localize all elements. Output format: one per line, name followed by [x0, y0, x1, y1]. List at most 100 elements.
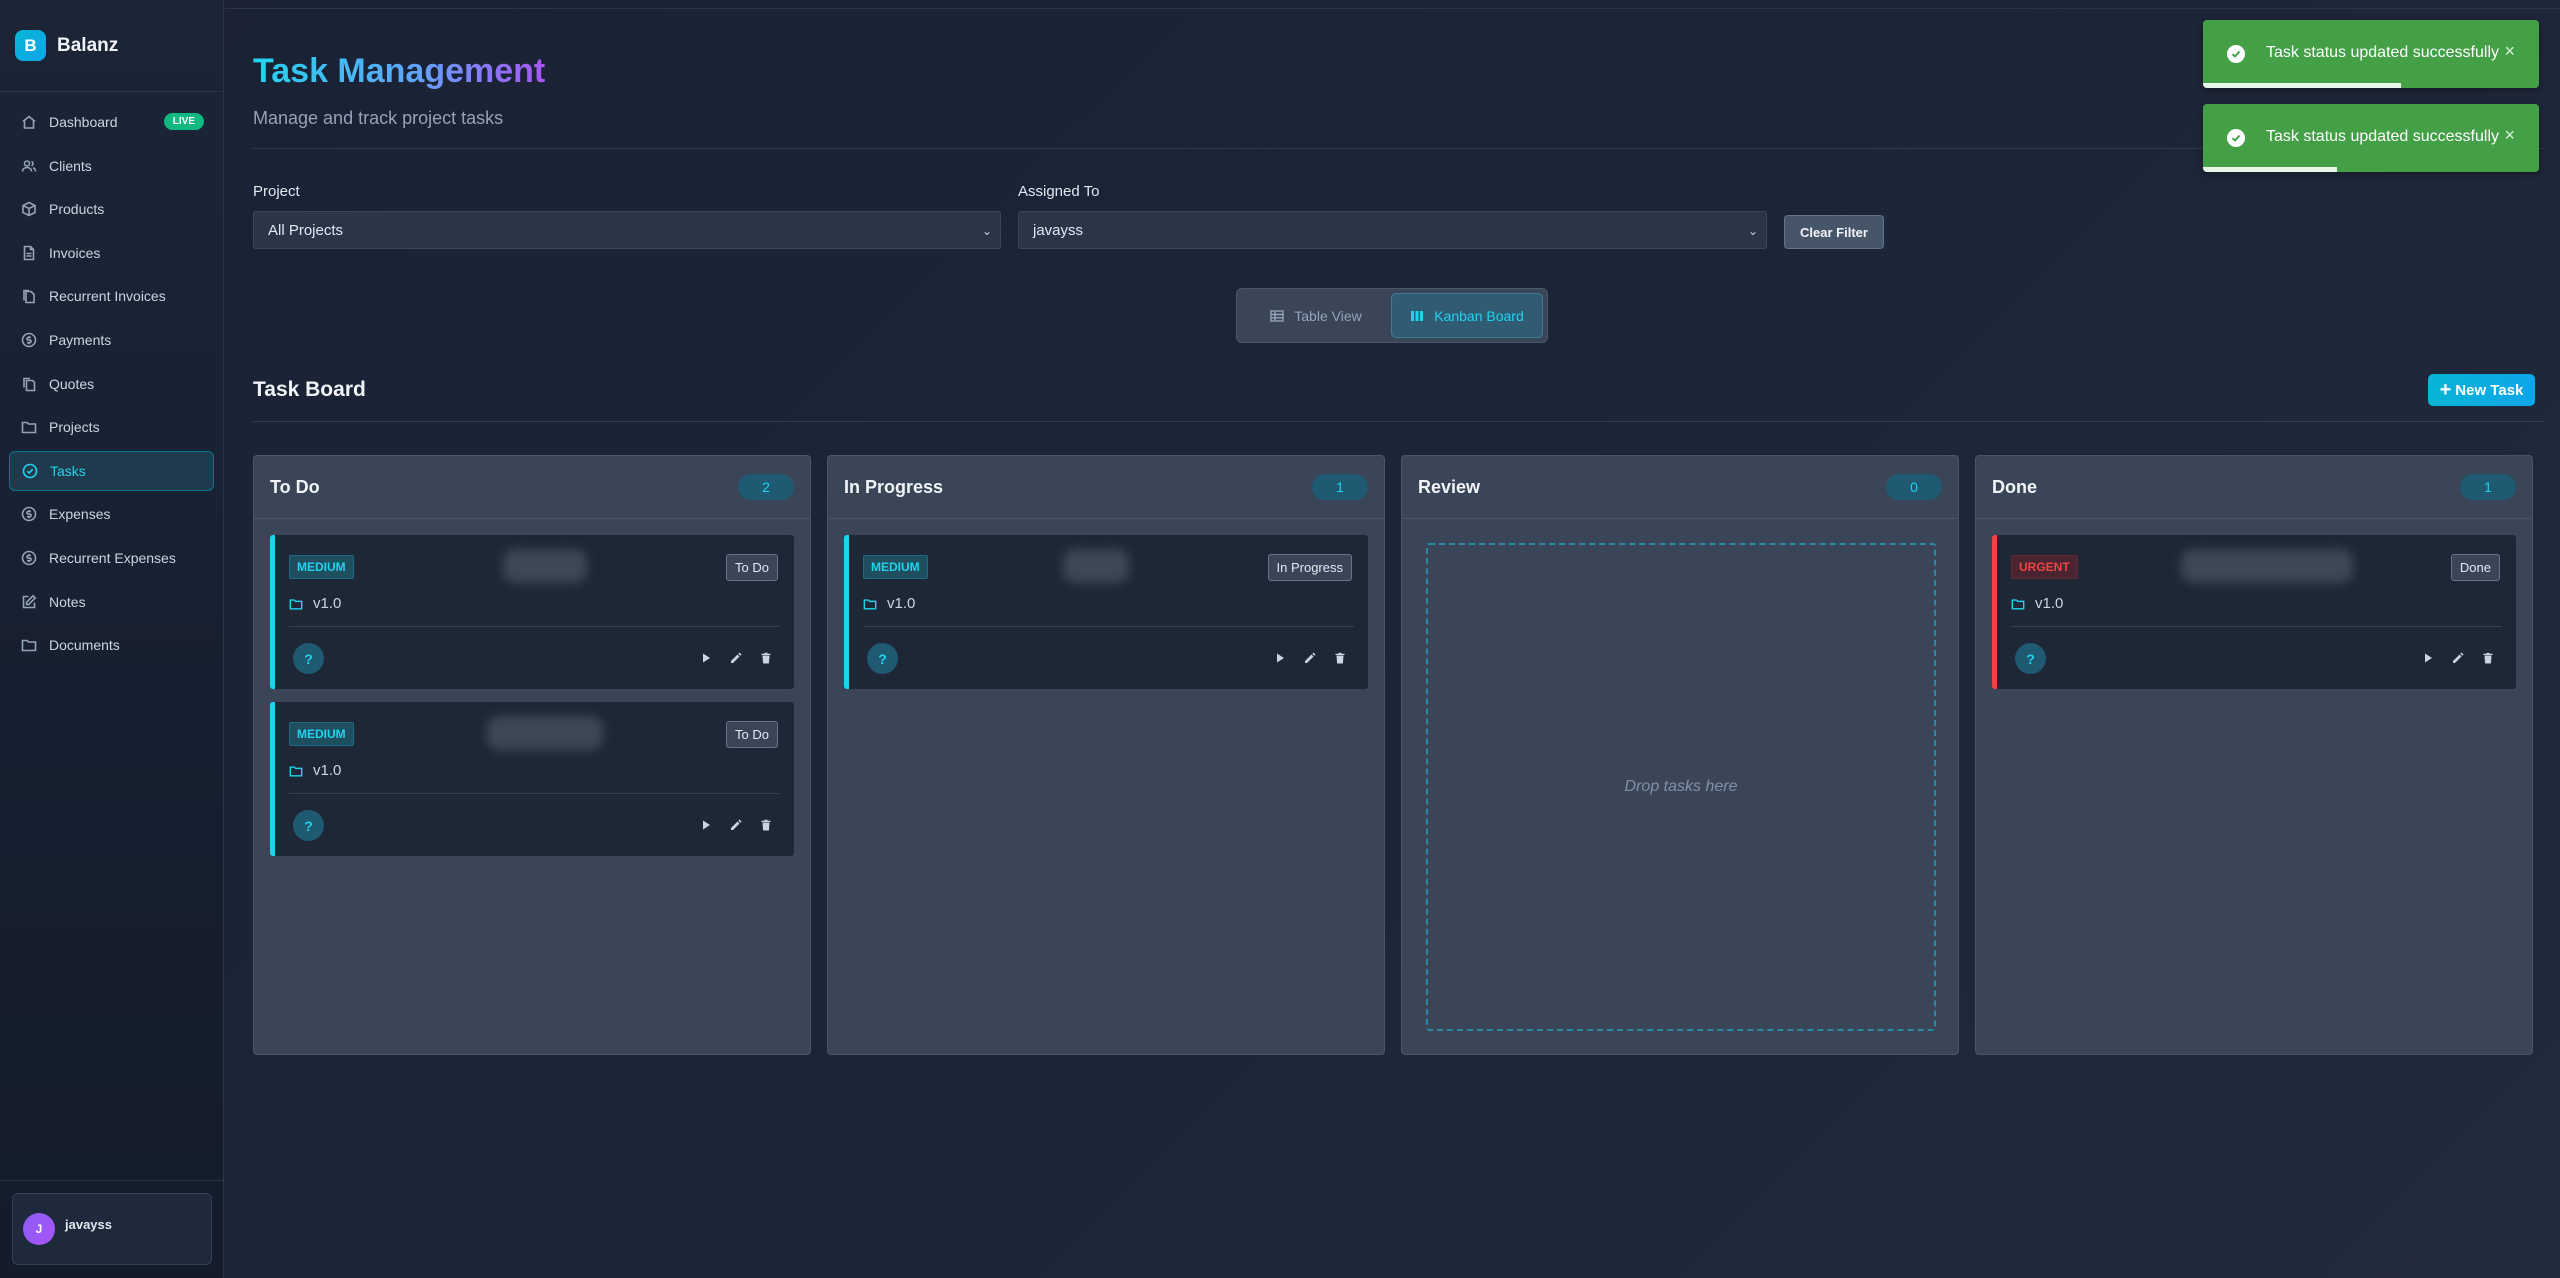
play-icon[interactable] [698, 650, 714, 666]
toast-progress-bar [2203, 167, 2338, 172]
assigned-select[interactable]: javayss ⌄ [1018, 211, 1767, 249]
card-divider [289, 626, 780, 627]
task-project-label: v1.0 [2035, 595, 2064, 612]
column-title: In Progress [844, 476, 944, 497]
task-project: v1.0 [863, 595, 915, 612]
delete-icon[interactable] [758, 817, 774, 833]
card-divider [2011, 626, 2502, 627]
sidebar-item-dashboard[interactable]: Dashboard LIVE [9, 102, 214, 142]
card-actions [698, 650, 774, 666]
project-select[interactable]: All Projects ⌄ [253, 211, 1001, 249]
sidebar-item-notes[interactable]: Notes [9, 582, 214, 622]
sidebar: B Balanz Dashboard LIVE Clients Products… [0, 0, 224, 1278]
dollar-circle-icon [21, 332, 37, 348]
clear-filter-button[interactable]: Clear Filter [1784, 215, 1884, 249]
sidebar-item-label: Projects [49, 419, 100, 436]
card-actions [698, 817, 774, 833]
edit-icon[interactable] [728, 817, 744, 833]
status-badge: To Do [726, 554, 778, 581]
drop-zone[interactable]: Drop tasks here [1426, 543, 1936, 1031]
board-title: Task Board [253, 378, 366, 401]
toast-notification: Task status updated successfully × [2203, 104, 2539, 172]
header-divider [253, 148, 2545, 149]
sidebar-item-products[interactable]: Products [9, 189, 214, 229]
kanban-board-button[interactable]: Kanban Board [1391, 293, 1543, 338]
edit-icon[interactable] [728, 650, 744, 666]
folder-icon [289, 598, 303, 610]
task-card[interactable]: MEDIUM To Do v1.0 ? [270, 535, 794, 689]
column-count-badge: 1 [2460, 474, 2516, 500]
avatar: J [23, 1213, 55, 1245]
brand-name: Balanz [57, 34, 119, 56]
sidebar-item-documents[interactable]: Documents [9, 625, 214, 665]
sidebar-item-invoices[interactable]: Invoices [9, 233, 214, 273]
sidebar-item-expenses[interactable]: Expenses [9, 494, 214, 534]
table-view-button[interactable]: Table View [1241, 293, 1391, 338]
task-card[interactable]: MEDIUM In Progress v1.0 ? [844, 535, 1368, 689]
assignee-avatar: ? [293, 810, 324, 841]
sidebar-item-recurrent-expenses[interactable]: Recurrent Expenses [9, 538, 214, 578]
task-name-redacted [503, 549, 587, 583]
project-filter-label: Project [253, 183, 300, 200]
task-project-label: v1.0 [887, 595, 916, 612]
check-circle-icon [2227, 45, 2245, 63]
assigned-select-value: javayss [1033, 221, 1084, 239]
close-icon[interactable]: × [2504, 125, 2515, 146]
edit-icon[interactable] [1302, 650, 1318, 666]
sidebar-item-quotes[interactable]: Quotes [9, 364, 214, 404]
sidebar-item-label: Products [49, 201, 105, 218]
user-profile[interactable]: J javayss [12, 1193, 212, 1265]
board-divider [253, 421, 2545, 422]
new-task-button[interactable]: + New Task [2428, 374, 2535, 406]
folder-icon [289, 765, 303, 777]
card-actions [2420, 650, 2496, 666]
main-content: Task Management Manage and track project… [225, 0, 2560, 1278]
brand-logo: B [15, 30, 46, 61]
kanban-board-label: Kanban Board [1434, 307, 1524, 324]
toast-message: Task status updated successfully [2266, 44, 2500, 61]
column-done: Done 1 URGENT Done v1.0 ? [1975, 455, 2533, 1055]
status-badge: In Progress [1267, 554, 1352, 581]
assigned-filter-label: Assigned To [1018, 183, 1100, 200]
top-divider [225, 8, 2560, 9]
column-title: Done [1992, 476, 2037, 497]
check-circle-icon [22, 463, 38, 479]
sidebar-item-recurrent-invoices[interactable]: Recurrent Invoices [9, 276, 214, 316]
task-name-redacted [1063, 549, 1129, 583]
toast-notification: Task status updated successfully × [2203, 20, 2539, 88]
task-name-redacted [2181, 549, 2353, 583]
brand[interactable]: B Balanz [0, 0, 223, 92]
users-icon [21, 159, 37, 172]
delete-icon[interactable] [1332, 650, 1348, 666]
new-task-label: New Task [2455, 381, 2524, 399]
dollar-circle-icon [21, 507, 37, 522]
toast-message: Task status updated successfully [2266, 128, 2500, 145]
sidebar-item-label: Quotes [49, 375, 95, 392]
delete-icon[interactable] [2480, 650, 2496, 666]
priority-badge: MEDIUM [863, 555, 928, 579]
folder-icon [21, 639, 37, 652]
column-header: To Do 2 [254, 456, 810, 519]
play-icon[interactable] [698, 817, 714, 833]
sidebar-item-payments[interactable]: Payments [9, 320, 214, 360]
sidebar-item-projects[interactable]: Projects [9, 407, 214, 447]
chevron-down-icon: ⌄ [1747, 224, 1758, 238]
sidebar-nav: Dashboard LIVE Clients Products Invoices… [0, 92, 223, 665]
assignee-avatar: ? [867, 643, 898, 674]
folder-icon [2011, 598, 2025, 610]
play-icon[interactable] [1272, 650, 1288, 666]
close-icon[interactable]: × [2504, 41, 2515, 62]
task-project-label: v1.0 [313, 595, 342, 612]
delete-icon[interactable] [758, 650, 774, 666]
priority-badge: URGENT [2011, 555, 2078, 579]
task-card[interactable]: URGENT Done v1.0 ? [1992, 535, 2516, 689]
files-icon [23, 290, 35, 304]
task-project-label: v1.0 [313, 762, 342, 779]
sidebar-item-tasks[interactable]: Tasks [9, 450, 214, 491]
status-badge: Done [2450, 554, 2500, 581]
sidebar-item-clients[interactable]: Clients [9, 146, 214, 186]
play-icon[interactable] [2420, 650, 2436, 666]
task-card[interactable]: MEDIUM To Do v1.0 ? [270, 702, 794, 856]
column-todo: To Do 2 MEDIUM To Do v1.0 ? MEDIUM To Do [253, 455, 811, 1055]
edit-icon[interactable] [2450, 650, 2466, 666]
